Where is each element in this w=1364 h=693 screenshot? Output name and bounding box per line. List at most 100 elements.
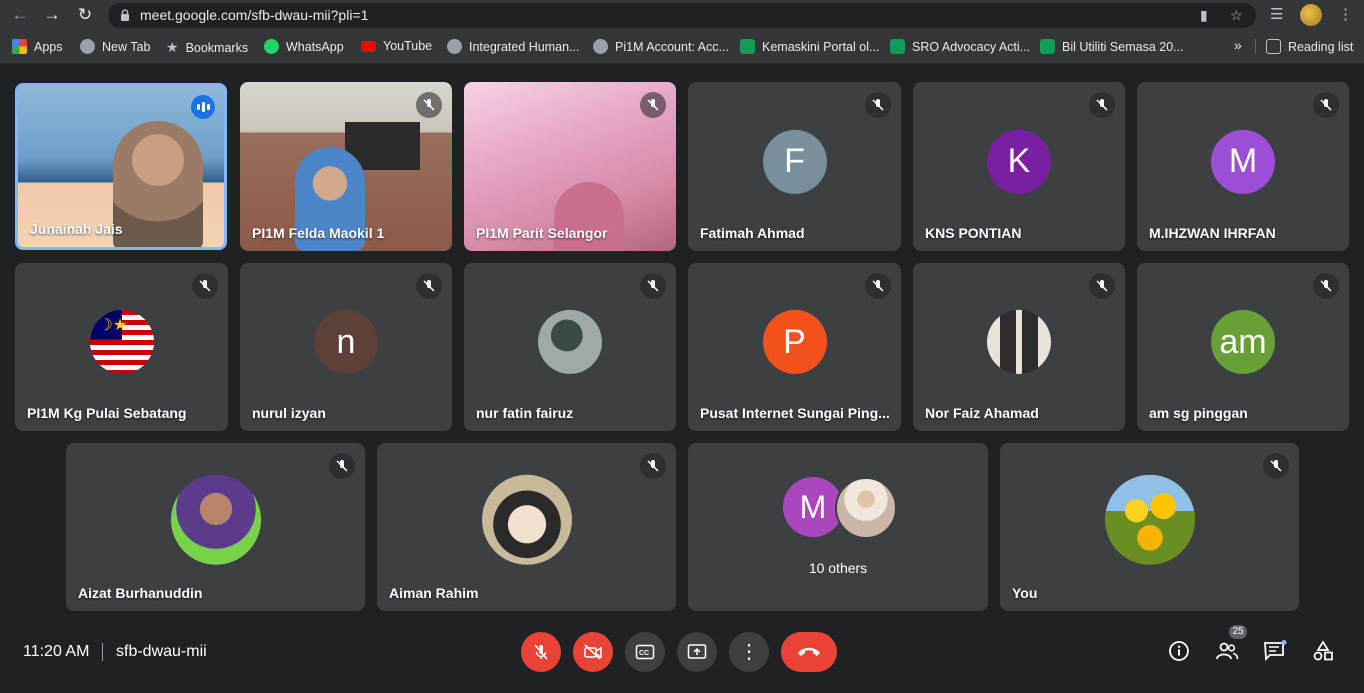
divider <box>102 643 103 661</box>
camera-toggle-button[interactable] <box>573 632 613 672</box>
profile-avatar[interactable] <box>1300 4 1322 26</box>
bookmark-new-tab[interactable]: New Tab <box>80 39 150 54</box>
captions-icon: CC <box>635 644 655 660</box>
muted-mic-icon <box>640 453 666 479</box>
reading-list-button[interactable]: Reading list <box>1255 39 1353 54</box>
globe-icon <box>80 39 95 54</box>
participant-photo-avatar <box>170 474 261 565</box>
self-tile[interactable]: You <box>1000 443 1299 611</box>
participant-tile[interactable]: K KNS PONTIAN <box>913 82 1125 251</box>
chat-button[interactable] <box>1262 638 1288 664</box>
participant-avatar: n <box>314 309 378 374</box>
participant-tile[interactable]: M M.IHZWAN IHRFAN <box>1137 82 1349 251</box>
participant-photo-avatar <box>481 474 572 565</box>
youtube-icon <box>361 40 376 52</box>
participant-name: You <box>1012 585 1038 601</box>
bookmarks-bar: Apps New Tab ★ Bookmarks WhatsApp YouTub… <box>0 30 1364 64</box>
back-icon[interactable]: ← <box>10 5 30 25</box>
participant-photo-avatar <box>835 477 897 539</box>
participant-tile[interactable]: P Pusat Internet Sungai Ping... <box>688 263 901 431</box>
leave-call-button[interactable] <box>781 632 837 672</box>
bookmark-label: Kemaskini Portal ol... <box>762 39 880 54</box>
browser-toolbar: ← → ↻ meet.google.com/sfb-dwau-mii?pli=1… <box>0 0 1364 30</box>
participant-tile[interactable]: Junainah Jais <box>15 83 227 250</box>
camera-off-icon <box>584 644 602 660</box>
participant-tile[interactable]: ☽★ PI1M Kg Pulai Sebatang <box>15 263 228 431</box>
more-bookmarks-button[interactable]: » <box>1234 37 1242 53</box>
apps-grid-icon <box>12 39 27 54</box>
speaking-indicator-icon <box>191 95 215 119</box>
avatar-initial: n <box>336 322 356 361</box>
activities-button[interactable] <box>1310 638 1336 664</box>
bookmark-youtube[interactable]: YouTube <box>361 39 432 53</box>
participant-tile[interactable]: n nurul izyan <box>240 263 452 431</box>
mic-off-icon <box>534 644 548 660</box>
bookmark-label: Pi1M Account: Acc... <box>615 39 729 54</box>
menu-icon[interactable]: ⋮ <box>1338 5 1353 23</box>
muted-mic-icon <box>865 92 891 118</box>
reload-icon[interactable]: ↻ <box>75 5 95 25</box>
muted-mic-icon <box>1313 273 1339 299</box>
bookmark-sro-advocacy[interactable]: SRO Advocacy Acti... <box>890 39 1030 54</box>
bookmark-integrated-human[interactable]: Integrated Human... <box>447 39 579 54</box>
captions-button[interactable]: CC <box>625 632 665 672</box>
bookmark-bil-utiliti[interactable]: Bil Utiliti Semasa 20... <box>1040 39 1184 54</box>
meeting-time: 11:20 AM <box>23 643 90 660</box>
bookmark-bookmarks[interactable]: ★ Bookmarks <box>166 39 248 56</box>
muted-mic-icon <box>416 92 442 118</box>
muted-mic-icon <box>1263 453 1289 479</box>
chevron-right-icon: » <box>1234 37 1242 53</box>
avatar-initial: am <box>1219 322 1267 361</box>
participant-tile[interactable]: am am sg pinggan <box>1137 263 1349 431</box>
present-screen-button[interactable] <box>677 632 717 672</box>
bookmark-label: WhatsApp <box>286 39 344 54</box>
participant-avatar: K <box>987 129 1051 194</box>
sheets-icon <box>890 39 905 54</box>
participants-button[interactable] <box>1214 638 1240 664</box>
meeting-details-button[interactable] <box>1166 638 1192 664</box>
participant-avatar: M <box>1211 129 1275 194</box>
others-tile[interactable]: M 10 others <box>688 443 988 611</box>
bookmark-pi1m-account[interactable]: Pi1M Account: Acc... <box>593 39 729 54</box>
muted-mic-icon <box>192 273 218 299</box>
whatsapp-icon <box>264 39 279 54</box>
avatar-initial: P <box>783 322 806 361</box>
tulips-avatar <box>1104 474 1195 565</box>
bookmark-kemaskini[interactable]: Kemaskini Portal ol... <box>740 39 879 54</box>
bookmark-apps[interactable]: Apps <box>12 39 63 54</box>
participant-tile[interactable]: Nor Faiz Ahamad <box>913 263 1125 431</box>
participant-name: Junainah Jais <box>30 221 123 237</box>
participant-name: PI1M Kg Pulai Sebatang <box>27 405 187 421</box>
participant-avatar: am <box>1211 309 1275 374</box>
avatar-initial: M <box>799 488 827 525</box>
avatar-initial: K <box>1007 141 1031 180</box>
participant-tile[interactable]: Aiman Rahim <box>377 443 676 611</box>
reading-list-label: Reading list <box>1288 39 1354 54</box>
bookmark-star-icon[interactable]: ☆ <box>1230 7 1243 24</box>
participant-tile[interactable]: PI1M Parit Selangor <box>464 82 676 251</box>
others-count-label: 10 others <box>808 560 868 576</box>
more-vert-icon: ⋮ <box>739 641 759 663</box>
participant-name: nurul izyan <box>252 405 326 421</box>
participant-tile[interactable]: F Fatimah Ahmad <box>688 82 901 251</box>
media-control-icon[interactable]: ☰ <box>1270 5 1283 23</box>
participant-name: nur fatin fairuz <box>476 405 574 421</box>
bookmark-whatsapp[interactable]: WhatsApp <box>264 39 344 54</box>
avatar-initial: F <box>784 141 805 180</box>
participant-tile[interactable]: PI1M Felda Maokil 1 <box>240 82 452 251</box>
participant-tile[interactable]: nur fatin fairuz <box>464 263 676 431</box>
more-options-button[interactable]: ⋮ <box>729 632 769 672</box>
muted-mic-icon <box>1089 273 1115 299</box>
avatar-initial: M <box>1228 141 1258 180</box>
sheets-icon <box>740 39 755 54</box>
muted-mic-icon <box>640 273 666 299</box>
muted-mic-icon <box>1089 92 1115 118</box>
forward-icon[interactable]: → <box>42 5 62 25</box>
participant-name: PI1M Felda Maokil 1 <box>252 225 385 241</box>
bookmark-label: Apps <box>34 39 63 54</box>
participant-tile[interactable]: Aizat Burhanuddin <box>66 443 365 611</box>
muted-mic-icon <box>1313 92 1339 118</box>
camera-in-use-icon[interactable]: ▮ <box>1200 7 1208 24</box>
address-bar[interactable]: meet.google.com/sfb-dwau-mii?pli=1 ▮ ☆ <box>108 3 1256 28</box>
mic-toggle-button[interactable] <box>521 632 561 672</box>
